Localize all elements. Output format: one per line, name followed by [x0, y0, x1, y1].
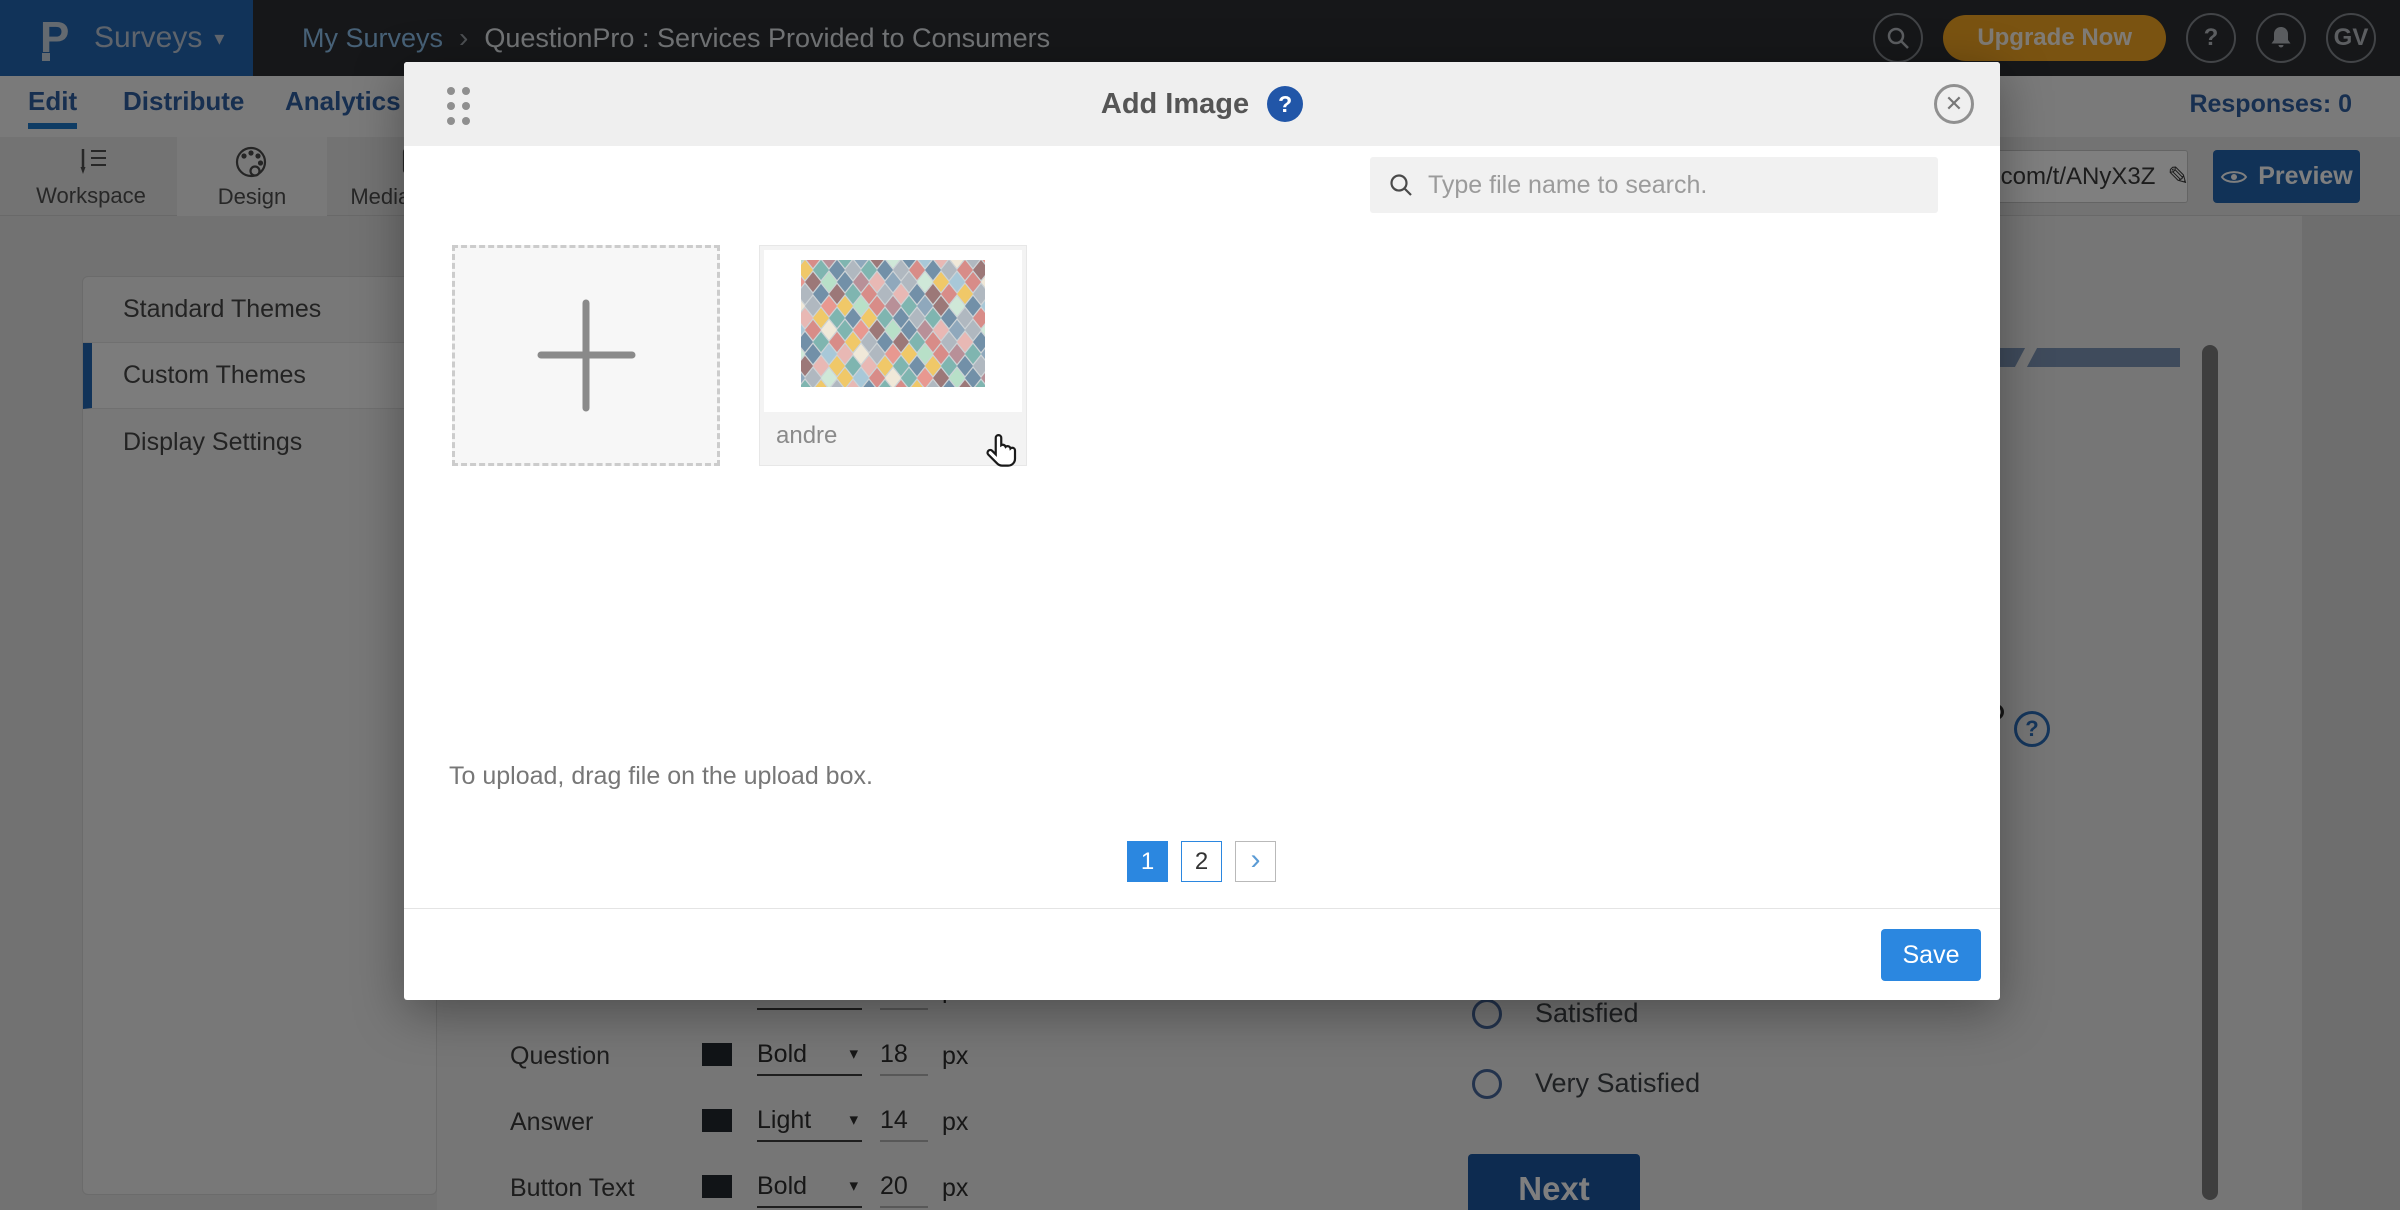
plus-icon	[529, 298, 644, 413]
close-icon[interactable]: ✕	[1934, 84, 1974, 124]
search-icon	[1388, 172, 1414, 198]
image-thumbnail	[764, 250, 1022, 412]
image-file-name: andre	[776, 422, 837, 450]
dialog-help-icon[interactable]: ?	[1267, 86, 1303, 122]
save-button[interactable]: Save	[1881, 929, 1981, 981]
dialog-title-wrap: Add Image ?	[404, 62, 2000, 146]
dialog-footer: Save	[404, 908, 2000, 1000]
search-input[interactable]	[1428, 171, 1920, 200]
upload-hint-text: To upload, drag file on the upload box.	[449, 762, 873, 791]
add-image-dialog: Add Image ? ✕ andre To upload, drag file…	[404, 62, 2000, 1000]
chevron-right-icon: ›	[1251, 843, 1261, 877]
app-screen: P Surveys ▾ My Surveys › QuestionPro : S…	[0, 0, 2400, 1210]
dialog-title: Add Image	[1101, 88, 1249, 121]
hand-cursor-icon	[982, 430, 1026, 476]
page-button-2[interactable]: 2	[1181, 841, 1222, 882]
upload-dropzone[interactable]	[452, 245, 720, 466]
file-search-box	[1370, 157, 1938, 213]
pagination: 1 2 ›	[1127, 841, 1276, 882]
next-page-button[interactable]: ›	[1235, 841, 1276, 882]
dialog-header: Add Image ? ✕	[404, 62, 2000, 146]
page-button-1[interactable]: 1	[1127, 841, 1168, 882]
